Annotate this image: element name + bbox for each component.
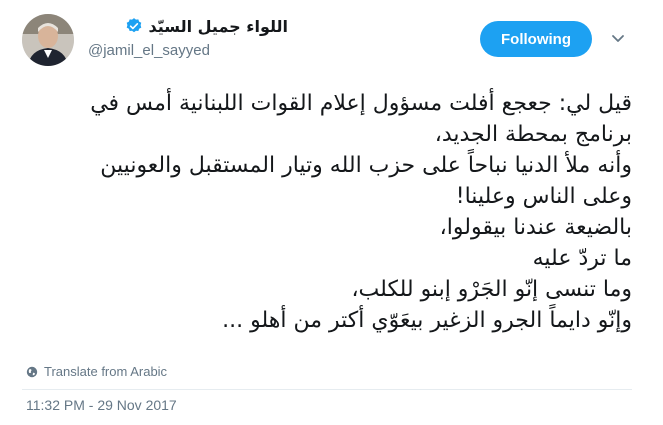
tweet-line: وما تنسى إنّو الجَرْو إبنو للكلب، [351, 277, 632, 302]
divider [22, 389, 632, 390]
verified-badge-icon [126, 18, 141, 33]
display-name: اللواء جميل السيّد [148, 16, 288, 36]
translate-label: Translate from Arabic [44, 364, 168, 379]
following-button[interactable]: Following [480, 21, 592, 57]
tweet-line: بالضيعة عندنا بيقولوا، [439, 215, 632, 240]
translate-link[interactable]: Translate from Arabic [26, 364, 167, 379]
tweet-line: ما تردّ عليه [532, 246, 632, 271]
tweet-line: وإنّو دايماً الجرو الزغير بيعَوّي أكتر م… [222, 308, 632, 333]
avatar[interactable] [22, 14, 74, 66]
globe-icon [26, 366, 38, 377]
chevron-down-icon[interactable] [610, 30, 626, 46]
username-handle: @jamil_el_sayyed [88, 42, 210, 59]
tweet-line: وأنه ملأ الدنيا نباحاً على حزب الله وتيا… [100, 153, 632, 178]
tweet-header: اللواء جميل السيّد @jamil_el_sayyed Foll… [0, 0, 663, 80]
tweet-line: وعلى الناس وعلينا! [455, 184, 632, 209]
profile-names[interactable]: اللواء جميل السيّد @jamil_el_sayyed [88, 14, 288, 66]
display-name-row: اللواء جميل السيّد [125, 14, 288, 38]
tweet-timestamp[interactable]: 11:32 PM - 29 Nov 2017 [26, 397, 177, 413]
tweet-line: قيل لي: جعجع أفلت مسؤول إعلام القوات الل… [90, 91, 632, 116]
tweet-line: برنامج بمحطة الجديد، [434, 122, 632, 147]
profile-photo-icon [22, 14, 74, 66]
tweet-text: قيل لي: جعجع أفلت مسؤول إعلام القوات الل… [22, 88, 632, 348]
